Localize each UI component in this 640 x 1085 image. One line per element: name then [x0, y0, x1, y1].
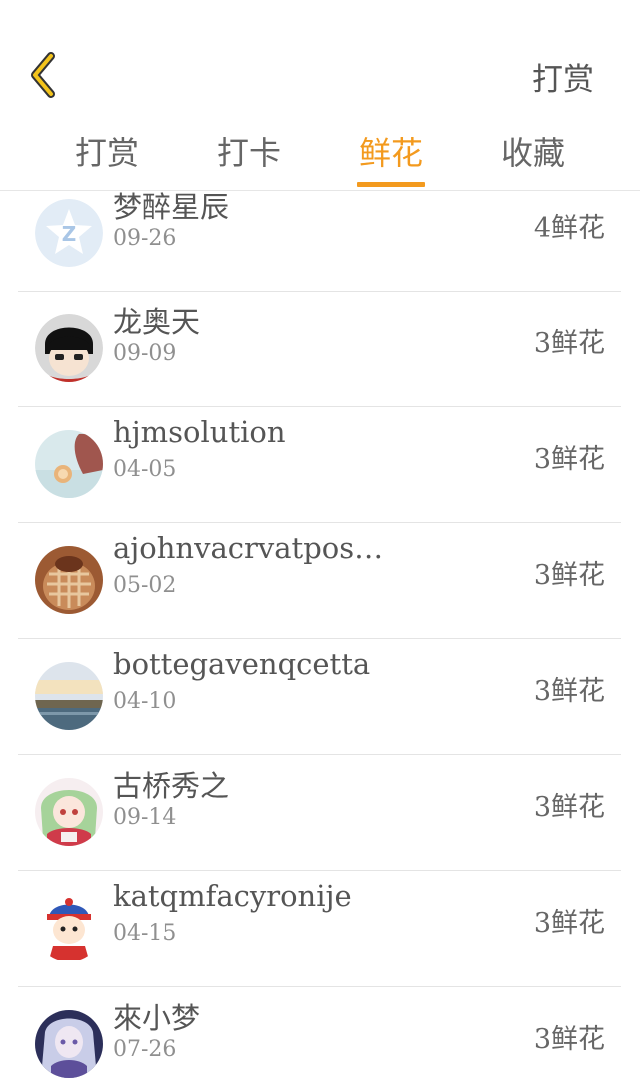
user-name: ajohnvacrvatpos…: [113, 531, 384, 565]
flower-count: 3鲜花: [533, 792, 605, 823]
list-item[interactable]: 來小梦 07-26 3鲜花: [18, 987, 621, 1085]
anime-portrait-avatar: [35, 1010, 103, 1078]
qq-logo-avatar: Z: [35, 199, 103, 267]
flower-count: 3鲜花: [533, 1024, 605, 1055]
top-bar: 打赏 打赏 打卡 鲜花 收藏: [0, 0, 640, 191]
tab-checkin[interactable]: 打卡: [216, 128, 282, 190]
tab-bar: 打赏 打卡 鲜花 收藏: [0, 128, 640, 190]
landscape-avatar: [35, 662, 103, 730]
date-label: 04-05: [113, 457, 177, 482]
date-label: 09-14: [113, 805, 177, 830]
cartoon-boy-avatar: [35, 314, 103, 382]
flower-count: 4鲜花: [533, 213, 605, 244]
flower-count: 3鲜花: [533, 560, 605, 591]
flower-count: 3鲜花: [533, 676, 605, 707]
flower-list: Z 梦醉星辰 09-26 4鲜花 龙奥天 09-09 3鲜花 hjmsoluti…: [0, 192, 640, 1085]
girl-photo-avatar: [35, 430, 103, 498]
reward-button[interactable]: 打赏: [532, 54, 594, 99]
tab-favorites[interactable]: 收藏: [500, 128, 566, 190]
flower-count: 3鲜花: [533, 328, 605, 359]
date-label: 04-10: [113, 689, 177, 714]
back-button[interactable]: [22, 50, 66, 100]
tab-flowers[interactable]: 鲜花: [357, 128, 425, 190]
woven-photo-avatar: [35, 546, 103, 614]
cartoon-character-avatar: [35, 894, 103, 962]
user-name: 梦醉星辰: [113, 192, 230, 224]
user-name: bottegavenqcetta: [113, 647, 371, 681]
date-label: 05-02: [113, 573, 177, 598]
user-name: katqmfacyronije: [113, 879, 352, 913]
flower-count: 3鲜花: [533, 444, 605, 475]
active-tab-indicator: [357, 182, 425, 187]
user-name: 龙奥天: [113, 305, 201, 339]
anime-girl-avatar: [35, 778, 103, 846]
list-item[interactable]: 古桥秀之 09-14 3鲜花: [18, 755, 621, 871]
date-label: 09-09: [113, 341, 177, 366]
list-item[interactable]: bottegavenqcetta 04-10 3鲜花: [18, 639, 621, 755]
list-item[interactable]: Z 梦醉星辰 09-26 4鲜花: [18, 192, 621, 292]
list-item[interactable]: ajohnvacrvatpos… 05-02 3鲜花: [18, 523, 621, 639]
user-name: 古桥秀之: [113, 769, 230, 803]
flower-count: 3鲜花: [533, 908, 605, 939]
list-item[interactable]: hjmsolution 04-05 3鲜花: [18, 407, 621, 523]
user-name: hjmsolution: [113, 415, 286, 449]
chevron-left-icon: [31, 52, 55, 98]
tab-reward[interactable]: 打赏: [74, 128, 140, 190]
list-item[interactable]: 龙奥天 09-09 3鲜花: [18, 291, 621, 407]
date-label: 04-15: [113, 921, 177, 946]
user-name: 來小梦: [113, 1001, 201, 1035]
date-label: 07-26: [113, 1037, 177, 1062]
svg-text:Z: Z: [62, 222, 77, 246]
date-label: 09-26: [113, 226, 177, 251]
list-item[interactable]: katqmfacyronije 04-15 3鲜花: [18, 871, 621, 987]
